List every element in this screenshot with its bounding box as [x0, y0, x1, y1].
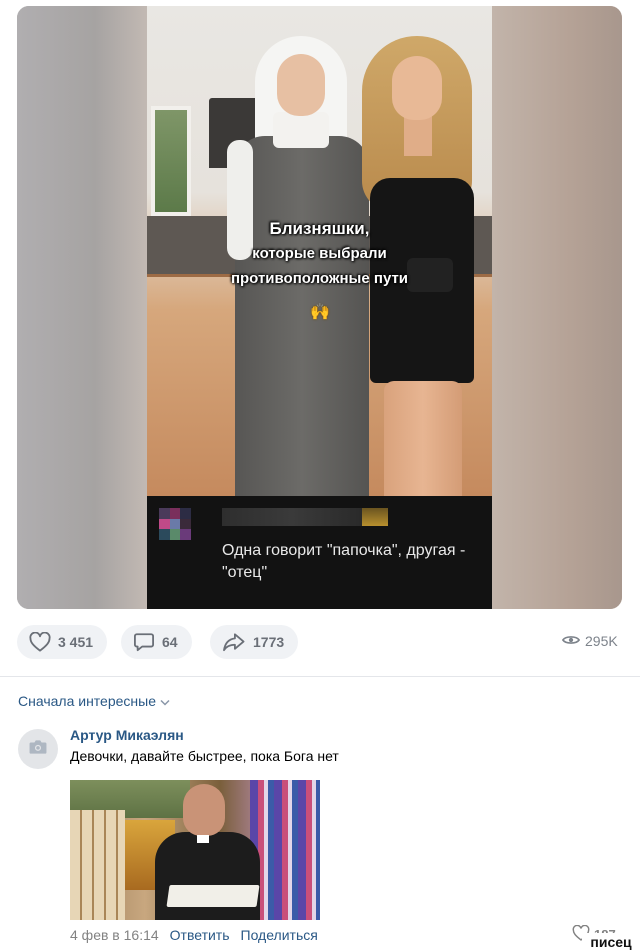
caption-line-3: противоположные пути [230, 270, 409, 287]
comment-icon [133, 632, 155, 652]
blurred-avatar [159, 508, 191, 540]
share-button[interactable]: 1773 [210, 625, 299, 659]
divider [0, 676, 640, 677]
like-button[interactable]: 3 451 [17, 625, 108, 659]
watermark: писец [582, 933, 640, 952]
comments-sort-dropdown[interactable]: Сначала интересные [18, 693, 170, 709]
embedded-comment: Одна говорит "папочка", другая - "отец" [147, 496, 492, 609]
comment-author[interactable]: Артур Микаэлян [70, 727, 184, 743]
woman-neck [404, 116, 432, 156]
photo-screen [70, 810, 125, 920]
share-count: 1773 [253, 634, 285, 650]
video-frame[interactable]: Близняшки, которые выбрали противоположн… [147, 6, 492, 496]
like-count: 3 451 [58, 634, 94, 650]
media-blur-right [492, 6, 622, 609]
blurred-username [222, 508, 362, 526]
comment-photo[interactable] [70, 780, 320, 920]
caption-line-2: которые выбрали [252, 245, 387, 262]
woman-face [392, 56, 442, 120]
heart-icon [29, 632, 51, 652]
nun-collar [273, 112, 329, 148]
woman-legs [384, 381, 462, 496]
caption-line-1: Близняшки, [269, 219, 370, 238]
comment-meta: 4 фев в 16:14 Ответить Поделиться [70, 927, 318, 943]
camera-icon [28, 739, 48, 760]
avatar[interactable] [18, 729, 58, 769]
nun-habit [235, 136, 369, 496]
chevron-down-icon [160, 693, 170, 709]
comment-button[interactable]: 64 [121, 625, 192, 659]
share-arrow-icon [222, 632, 246, 652]
comment-text: Девочки, давайте быстрее, пока Бога нет [70, 748, 339, 764]
video-caption: Близняшки, которые выбрали противоположн… [147, 216, 492, 291]
background-window [151, 106, 191, 216]
blurred-badge [362, 508, 388, 526]
views-count: 295K [585, 633, 618, 649]
photo-collar [197, 835, 209, 843]
photo-book [166, 885, 260, 907]
share-link[interactable]: Поделиться [241, 927, 318, 943]
views-counter: 295K [561, 633, 618, 649]
nun-face [277, 54, 325, 116]
comment-count: 64 [162, 634, 178, 650]
comment-date: 4 фев в 16:14 [70, 927, 159, 943]
photo-man-head [183, 784, 225, 836]
raised-hands-emoji: 🙌 [310, 304, 330, 321]
post-media[interactable]: Близняшки, которые выбрали противоположн… [17, 6, 622, 609]
media-blur-left [17, 6, 147, 609]
embedded-comment-text: Одна говорит "папочка", другая - "отец" [222, 542, 466, 581]
photo-curtain [250, 780, 320, 920]
eye-icon [561, 633, 581, 649]
sort-label: Сначала интересные [18, 693, 156, 709]
reply-link[interactable]: Ответить [170, 927, 230, 943]
